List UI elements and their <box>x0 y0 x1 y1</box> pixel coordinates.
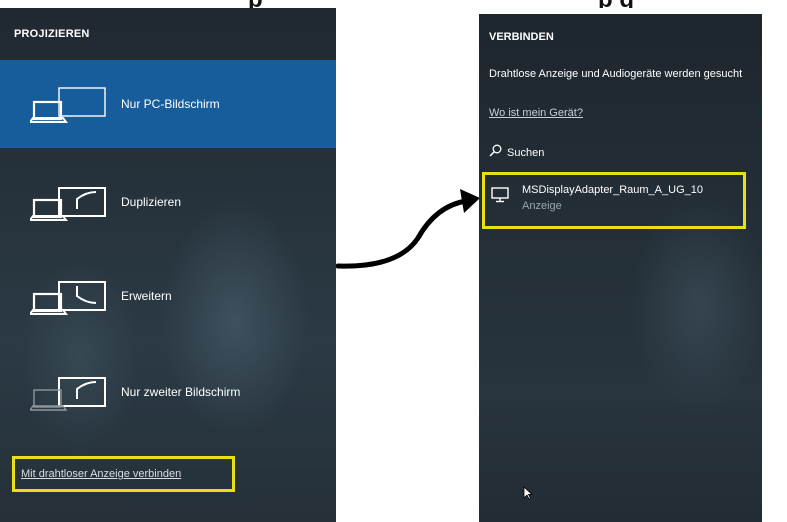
connect-panel: VERBINDEN Drahtlose Anzeige und Audioger… <box>479 14 762 522</box>
project-option-duplicate[interactable]: Duplizieren <box>0 158 336 246</box>
search-icon <box>489 144 502 162</box>
project-panel-title: PROJIZIEREN <box>14 28 90 40</box>
device-name: MSDisplayAdapter_Raum_A_UG_10 <box>522 184 703 196</box>
connect-panel-title: VERBINDEN <box>489 31 554 43</box>
where-is-my-device-link[interactable]: Wo ist mein Gerät? <box>489 107 583 119</box>
project-option-extend[interactable]: Erweitern <box>0 252 336 340</box>
mouse-cursor-icon <box>523 486 534 505</box>
search-status-text: Drahtlose Anzeige und Audiogeräte werden… <box>489 68 743 80</box>
search-button[interactable]: Suchen <box>489 144 544 162</box>
project-option-label: Duplizieren <box>121 195 182 209</box>
cropped-heading-fragment-right: p g <box>598 0 708 8</box>
device-type: Anzeige <box>522 200 562 212</box>
wireless-link-highlight: Mit drahtloser Anzeige verbinden <box>12 456 235 492</box>
project-panel: PROJIZIEREN Nur PC-Bildschirm Dupliziere… <box>0 8 336 522</box>
extend-icon <box>28 272 110 318</box>
project-option-label: Erweitern <box>121 289 172 303</box>
cropped-heading-fragment-left: p <box>248 0 288 8</box>
pc-screen-only-icon <box>28 80 110 126</box>
search-label: Suchen <box>507 147 545 159</box>
project-option-label: Nur PC-Bildschirm <box>121 97 220 111</box>
device-list-item[interactable]: MSDisplayAdapter_Raum_A_UG_10 Anzeige <box>482 172 746 229</box>
screenshot-stage: p p g PROJIZIEREN Nur PC-Bildschirm <box>0 0 787 522</box>
project-option-pc-screen-only[interactable]: Nur PC-Bildschirm <box>0 60 336 148</box>
arrow-connector <box>336 189 480 269</box>
duplicate-icon <box>28 178 110 224</box>
project-option-second-screen-only[interactable]: Nur zweiter Bildschirm <box>0 348 336 436</box>
project-option-label: Nur zweiter Bildschirm <box>121 385 241 399</box>
connect-wireless-display-link[interactable]: Mit drahtloser Anzeige verbinden <box>21 468 181 480</box>
monitor-icon <box>491 187 509 208</box>
second-screen-only-icon <box>28 368 110 414</box>
